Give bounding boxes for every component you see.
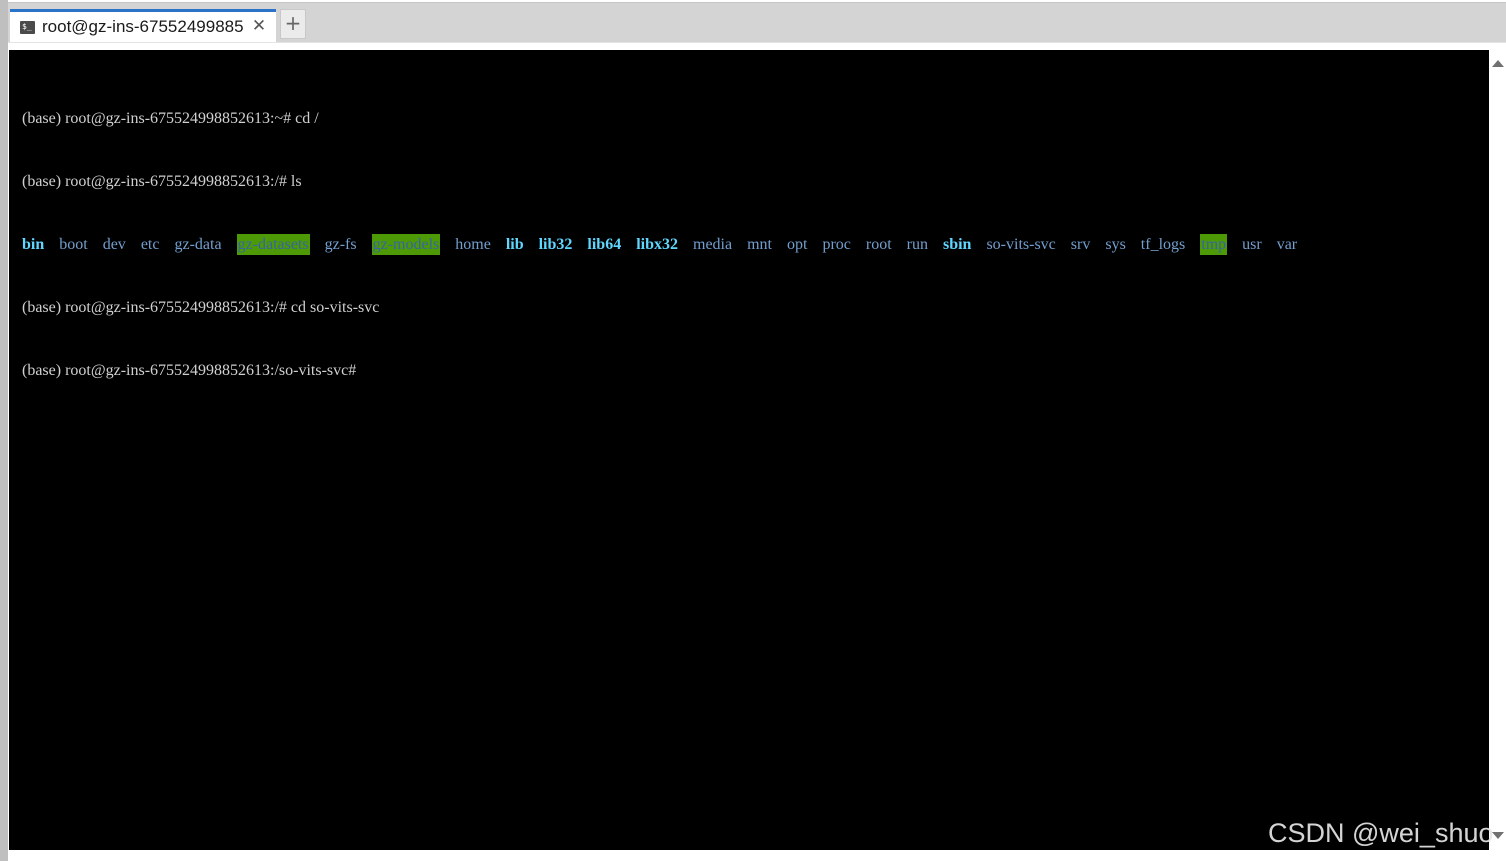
ls-entry: so-vits-svc [986, 236, 1056, 253]
vertical-scrollbar[interactable] [1489, 50, 1506, 850]
tab-title: root@gz-ins-67552499885 [42, 17, 244, 36]
ls-entry: gz-models [371, 234, 441, 255]
ls-entry: usr [1242, 236, 1262, 253]
ls-entry: tf_logs [1140, 236, 1186, 253]
ls-entry: mnt [747, 236, 772, 253]
ls-entry: home [455, 236, 491, 253]
window-frame [0, 0, 8, 861]
scroll-down-arrow-icon[interactable] [1492, 832, 1504, 839]
ls-entry: libx32 [636, 236, 678, 253]
ls-entry: tmp [1200, 234, 1228, 255]
ls-entry: var [1276, 236, 1298, 253]
terminal-line: (base) root@gz-ins-675524998852613:/# cd… [22, 299, 380, 316]
tab-terminal-session[interactable]: root@gz-ins-67552499885 ✕ [10, 9, 276, 43]
terminal-output: (base) root@gz-ins-675524998852613:~# cd… [22, 66, 1312, 423]
watermark: CSDN @wei_shuo [1268, 818, 1494, 848]
terminal-line: (base) root@gz-ins-675524998852613:~# cd… [22, 110, 319, 127]
ls-entry: root [865, 236, 892, 253]
ls-entry: dev [102, 236, 126, 253]
ls-output-line: bin boot dev etc gz-data gz-datasets gz-fs gz-m… [22, 234, 1312, 255]
terminal-window: root@gz-ins-67552499885 ✕ + (base) root@… [0, 0, 1506, 861]
ls-entry: opt [786, 236, 808, 253]
terminal-pane[interactable]: (base) root@gz-ins-675524998852613:~# cd… [9, 50, 1489, 850]
ls-entry: media [693, 236, 733, 253]
ls-entry: lib64 [587, 236, 622, 253]
ls-entry: lib [505, 236, 524, 253]
terminal-icon [20, 21, 35, 34]
ls-entry: sbin [942, 236, 972, 253]
new-tab-button[interactable]: + [280, 9, 306, 39]
ls-entry: run [906, 236, 928, 253]
close-icon[interactable]: ✕ [250, 15, 268, 37]
ls-entry: gz-fs [324, 236, 357, 253]
ls-entry: bin [22, 236, 45, 253]
ls-entry: boot [59, 236, 88, 253]
terminal-line: (base) root@gz-ins-675524998852613:/# ls [22, 173, 302, 190]
ls-entry: gz-datasets [236, 234, 310, 255]
ls-entry: proc [822, 236, 851, 253]
tab-bar: root@gz-ins-67552499885 ✕ + [8, 2, 1506, 43]
ls-entry: lib32 [538, 236, 573, 253]
terminal-prompt-line: (base) root@gz-ins-675524998852613:/so-v… [22, 362, 357, 379]
ls-entry: etc [140, 236, 160, 253]
ls-entry: sys [1105, 236, 1126, 253]
ls-entry: srv [1070, 236, 1091, 253]
ls-entry: gz-data [174, 236, 222, 253]
scroll-up-arrow-icon[interactable] [1492, 60, 1504, 67]
